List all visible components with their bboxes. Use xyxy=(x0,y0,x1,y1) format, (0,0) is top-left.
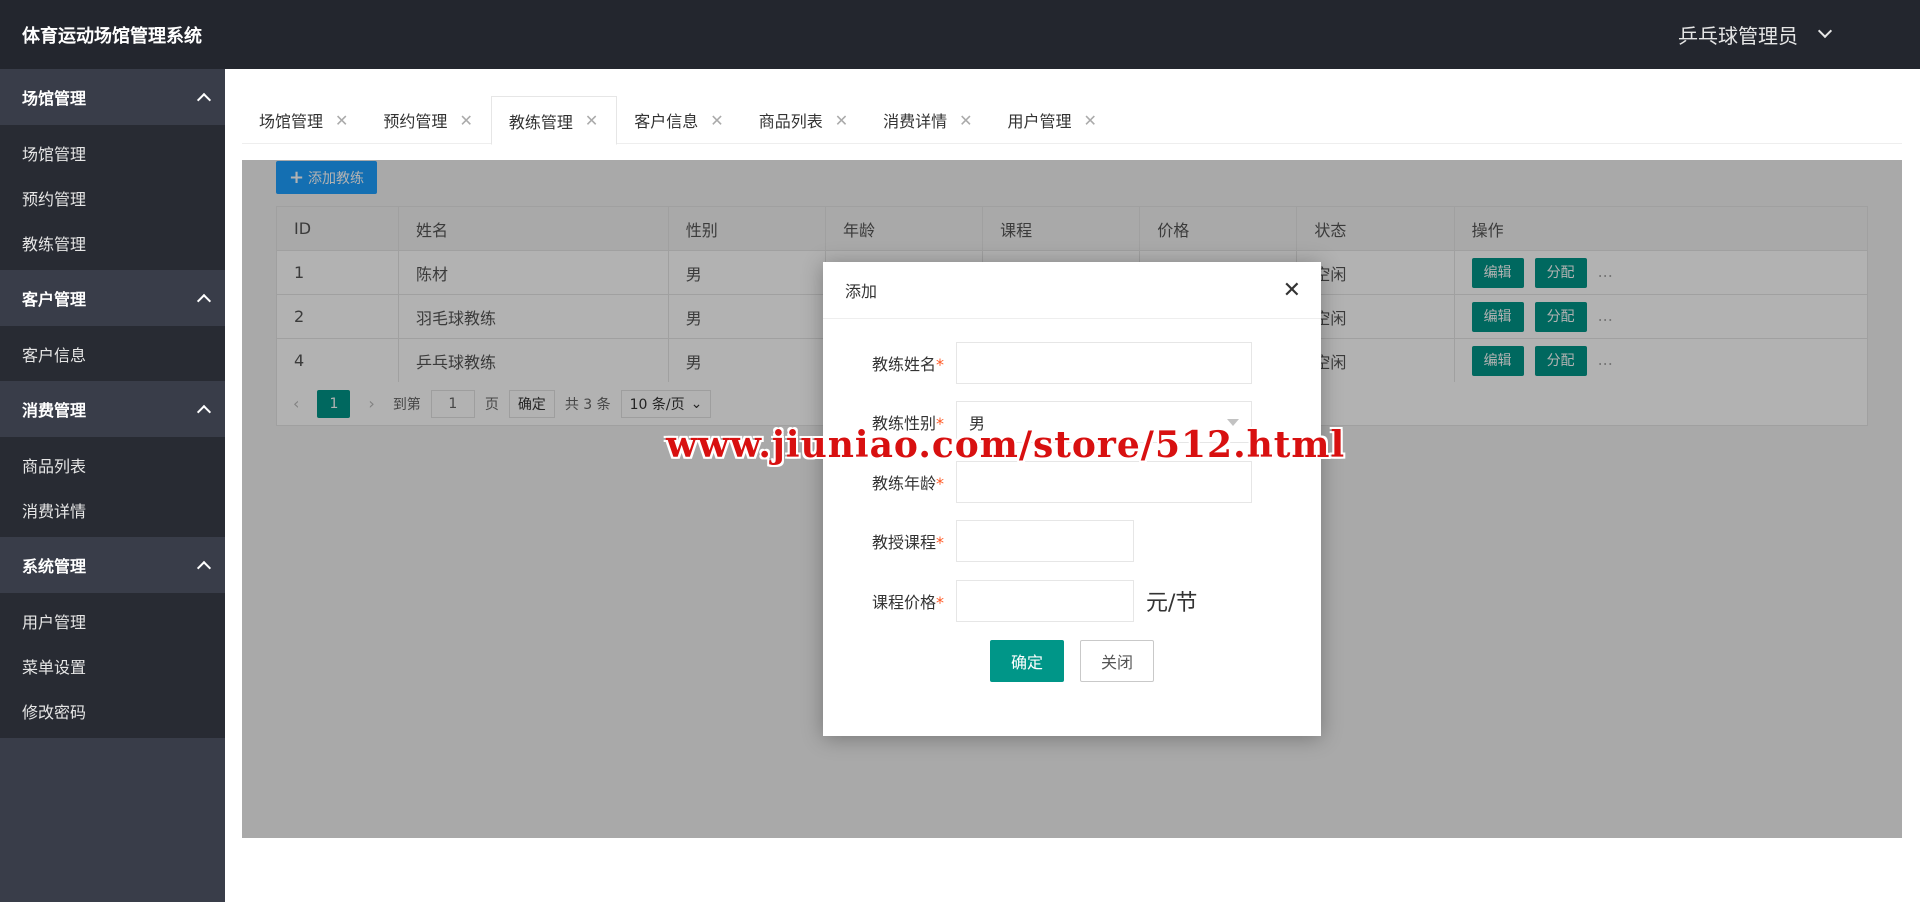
sidebar-item-user-manage[interactable]: 用户管理 xyxy=(0,598,225,643)
course-price-input[interactable] xyxy=(956,580,1134,622)
sidebar-group-items: 商品列表 消费详情 xyxy=(0,437,225,537)
coach-name-input[interactable] xyxy=(956,342,1252,384)
field-label: 教授课程* xyxy=(871,533,944,552)
sidebar-group-consumption[interactable]: 消费管理 xyxy=(0,381,225,437)
sidebar-item-customer-info[interactable]: 客户信息 xyxy=(0,331,225,376)
close-icon[interactable]: ✕ xyxy=(959,111,972,130)
sidebar-group-system[interactable]: 系统管理 xyxy=(0,537,225,593)
close-icon[interactable]: ✕ xyxy=(1283,278,1301,303)
coach-age-input[interactable] xyxy=(956,461,1252,503)
dialog-title: 添加 xyxy=(845,282,878,301)
close-icon[interactable]: ✕ xyxy=(459,111,472,130)
field-label: 课程价格* xyxy=(871,593,944,612)
chevron-up-icon xyxy=(196,293,212,309)
chevron-up-icon xyxy=(196,404,212,420)
sidebar-item-booking-manage[interactable]: 预约管理 xyxy=(0,175,225,220)
sidebar-group-items: 场馆管理 预约管理 教练管理 xyxy=(0,125,225,270)
top-header: 乒乓球管理员 xyxy=(225,0,1920,69)
form-row-course: 教授课程* xyxy=(871,520,1134,562)
add-coach-dialog: 添加 ✕ 教练姓名* 教练性别* 男 教练年龄* 教授课程* 课程价格* 元/节… xyxy=(823,262,1321,736)
sidebar-group-customer[interactable]: 客户管理 xyxy=(0,270,225,326)
course-input[interactable] xyxy=(956,520,1134,562)
app-title: 体育运动场馆管理系统 xyxy=(0,0,225,69)
sidebar-item-coach-manage[interactable]: 教练管理 xyxy=(0,220,225,265)
form-row-age: 教练年龄* xyxy=(871,461,1252,503)
field-label: 教练姓名* xyxy=(871,355,944,374)
close-icon[interactable]: ✕ xyxy=(585,111,598,130)
sidebar-item-product-list[interactable]: 商品列表 xyxy=(0,442,225,487)
sidebar-item-consumption-detail[interactable]: 消费详情 xyxy=(0,487,225,532)
tab-customer-info[interactable]: 客户信息 ✕ xyxy=(617,96,741,144)
sidebar-group-label: 客户管理 xyxy=(22,290,87,309)
sidebar-group-items: 客户信息 xyxy=(0,326,225,381)
tab-user-manage[interactable]: 用户管理 ✕ xyxy=(991,96,1115,144)
tab-coach-manage[interactable]: 教练管理 ✕ xyxy=(490,96,618,145)
dialog-header: 添加 ✕ xyxy=(823,262,1321,319)
tab-product-list[interactable]: 商品列表 ✕ xyxy=(742,96,866,144)
sidebar: 体育运动场馆管理系统 场馆管理 场馆管理 预约管理 教练管理 客户管理 客户信息… xyxy=(0,0,225,902)
sidebar-group-label: 场馆管理 xyxy=(22,89,87,108)
field-label: 教练年龄* xyxy=(871,474,944,493)
close-icon[interactable]: ✕ xyxy=(1084,111,1097,130)
chevron-down-icon[interactable] xyxy=(1817,23,1833,39)
close-icon[interactable]: ✕ xyxy=(710,111,723,130)
sidebar-group-venue[interactable]: 场馆管理 xyxy=(0,69,225,125)
close-icon[interactable]: ✕ xyxy=(335,111,348,130)
chevron-up-icon xyxy=(196,560,212,576)
sidebar-item-change-password[interactable]: 修改密码 xyxy=(0,688,225,733)
tab-bar: 场馆管理 ✕ 预约管理 ✕ 教练管理 ✕ 客户信息 ✕ 商品列表 ✕ 消费详情 ✕ 用户管理… xyxy=(242,96,1902,145)
form-row-price: 课程价格* 元/节 xyxy=(871,580,1197,622)
close-icon[interactable]: ✕ xyxy=(835,111,848,130)
tab-venue-manage[interactable]: 场馆管理 ✕ xyxy=(242,96,366,144)
sidebar-item-menu-settings[interactable]: 菜单设置 xyxy=(0,643,225,688)
confirm-button[interactable]: 确定 xyxy=(990,640,1064,682)
sidebar-group-label: 系统管理 xyxy=(22,557,87,576)
chevron-up-icon xyxy=(196,92,212,108)
user-menu[interactable]: 乒乓球管理员 xyxy=(1678,20,1798,49)
watermark-text: www.jiuniao.com/store/512.html xyxy=(666,424,1346,466)
sidebar-group-label: 消费管理 xyxy=(22,401,87,420)
tab-consumption-detail[interactable]: 消费详情 ✕ xyxy=(866,96,990,144)
form-row-name: 教练姓名* xyxy=(871,342,1252,384)
price-unit: 元/节 xyxy=(1146,591,1198,616)
cancel-button[interactable]: 关闭 xyxy=(1080,640,1154,682)
sidebar-group-items: 用户管理 菜单设置 修改密码 xyxy=(0,593,225,738)
sidebar-item-venue-manage[interactable]: 场馆管理 xyxy=(0,130,225,175)
tab-booking-manage[interactable]: 预约管理 ✕ xyxy=(366,96,490,144)
